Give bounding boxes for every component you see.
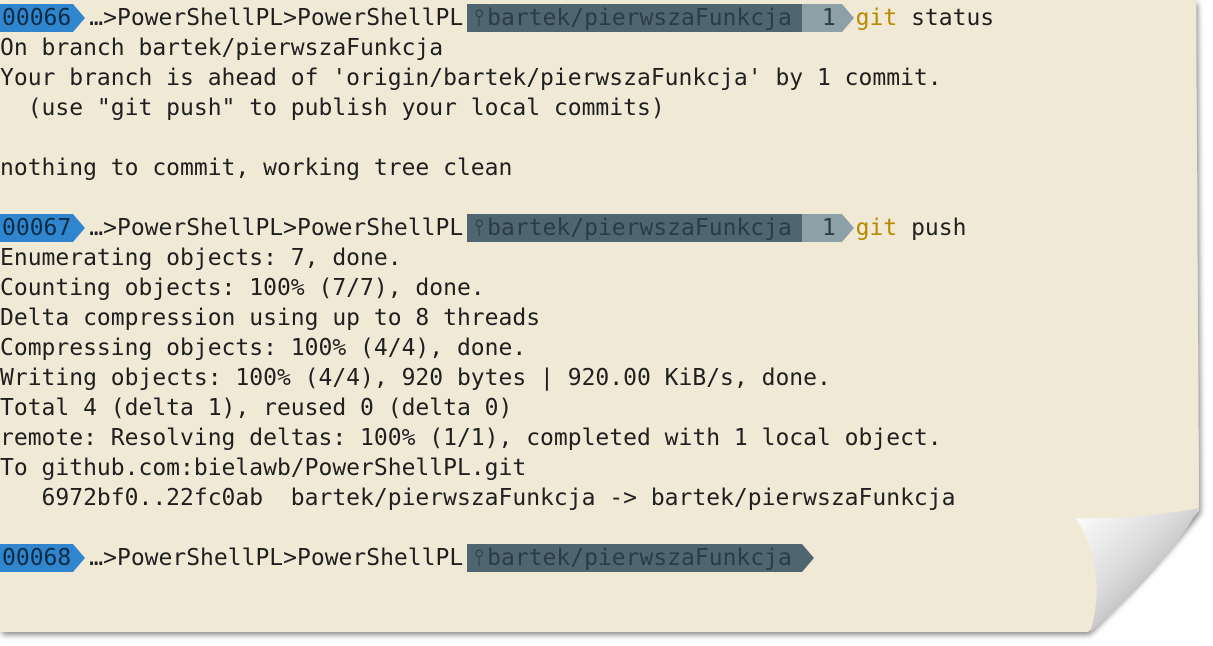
- output-line: On branch bartek/pierwszaFunkcja: [0, 35, 444, 61]
- history-number: 00068: [0, 544, 86, 572]
- path-separator: >: [283, 545, 297, 571]
- path-segment: PowerShellPL: [297, 545, 464, 571]
- output-line: Enumerating objects: 7, done.: [0, 245, 402, 271]
- prompt-line: 00066 … > PowerShellPL > PowerShellPL ⫯ …: [0, 3, 1195, 33]
- output-line: Counting objects: 100% (7/7), done.: [0, 275, 485, 301]
- ahead-count: 1: [801, 214, 854, 242]
- branch-icon: ⫯: [474, 5, 485, 31]
- output-line: Writing objects: 100% (4/4), 920 bytes |…: [0, 365, 831, 391]
- branch-icon: ⫯: [474, 215, 485, 241]
- command: git push: [842, 214, 967, 242]
- command-name: git: [855, 5, 898, 31]
- command-args: push: [897, 215, 967, 241]
- output-line: 6972bf0..22fc0ab bartek/pierwszaFunkcja …: [0, 485, 956, 511]
- ahead-count: 1: [801, 4, 854, 32]
- branch-name: bartek/pierwszaFunkcja: [487, 545, 792, 571]
- path-segment: PowerShellPL: [297, 5, 464, 31]
- output-line: (use "git push" to publish your local co…: [0, 95, 665, 121]
- git-branch-segment: ⫯ bartek/pierwszaFunkcja: [467, 4, 814, 32]
- path-segment: PowerShellPL: [116, 545, 284, 571]
- branch-name: bartek/pierwszaFunkcja: [487, 215, 792, 241]
- output-line: Delta compression using up to 8 threads: [0, 305, 541, 331]
- path-separator: >: [103, 215, 117, 241]
- path-separator: >: [283, 215, 297, 241]
- terminal-output: 00066 … > PowerShellPL > PowerShellPL ⫯ …: [0, 3, 1195, 573]
- output-line: remote: Resolving deltas: 100% (1/1), co…: [0, 425, 942, 451]
- path-segment: PowerShellPL: [116, 215, 284, 241]
- command-name: git: [855, 215, 898, 241]
- output-line: To github.com:bielawb/PowerShellPL.git: [0, 455, 527, 481]
- output-line: Compressing objects: 100% (4/4), done.: [0, 335, 527, 361]
- history-number: 00066: [0, 4, 86, 32]
- history-number: 00067: [0, 214, 86, 242]
- output-line: Total 4 (delta 1), reused 0 (delta 0): [0, 395, 513, 421]
- prompt-line: 00067 … > PowerShellPL > PowerShellPL ⫯ …: [0, 213, 1195, 243]
- path-separator: >: [103, 5, 117, 31]
- branch-icon: ⫯: [474, 545, 485, 571]
- path-separator: >: [283, 5, 297, 31]
- output-line: Your branch is ahead of 'origin/bartek/p…: [0, 65, 942, 91]
- output-line: nothing to commit, working tree clean: [0, 155, 513, 181]
- command: git status: [842, 4, 994, 32]
- command-args: status: [897, 5, 995, 31]
- branch-name: bartek/pierwszaFunkcja: [487, 5, 792, 31]
- prompt-line: 00068 … > PowerShellPL > PowerShellPL ⫯ …: [0, 543, 1195, 573]
- path-separator: >: [103, 545, 117, 571]
- path-segment: PowerShellPL: [297, 215, 464, 241]
- path-segment: PowerShellPL: [116, 5, 284, 31]
- git-branch-segment: ⫯ bartek/pierwszaFunkcja: [467, 544, 814, 572]
- git-branch-segment: ⫯ bartek/pierwszaFunkcja: [467, 214, 814, 242]
